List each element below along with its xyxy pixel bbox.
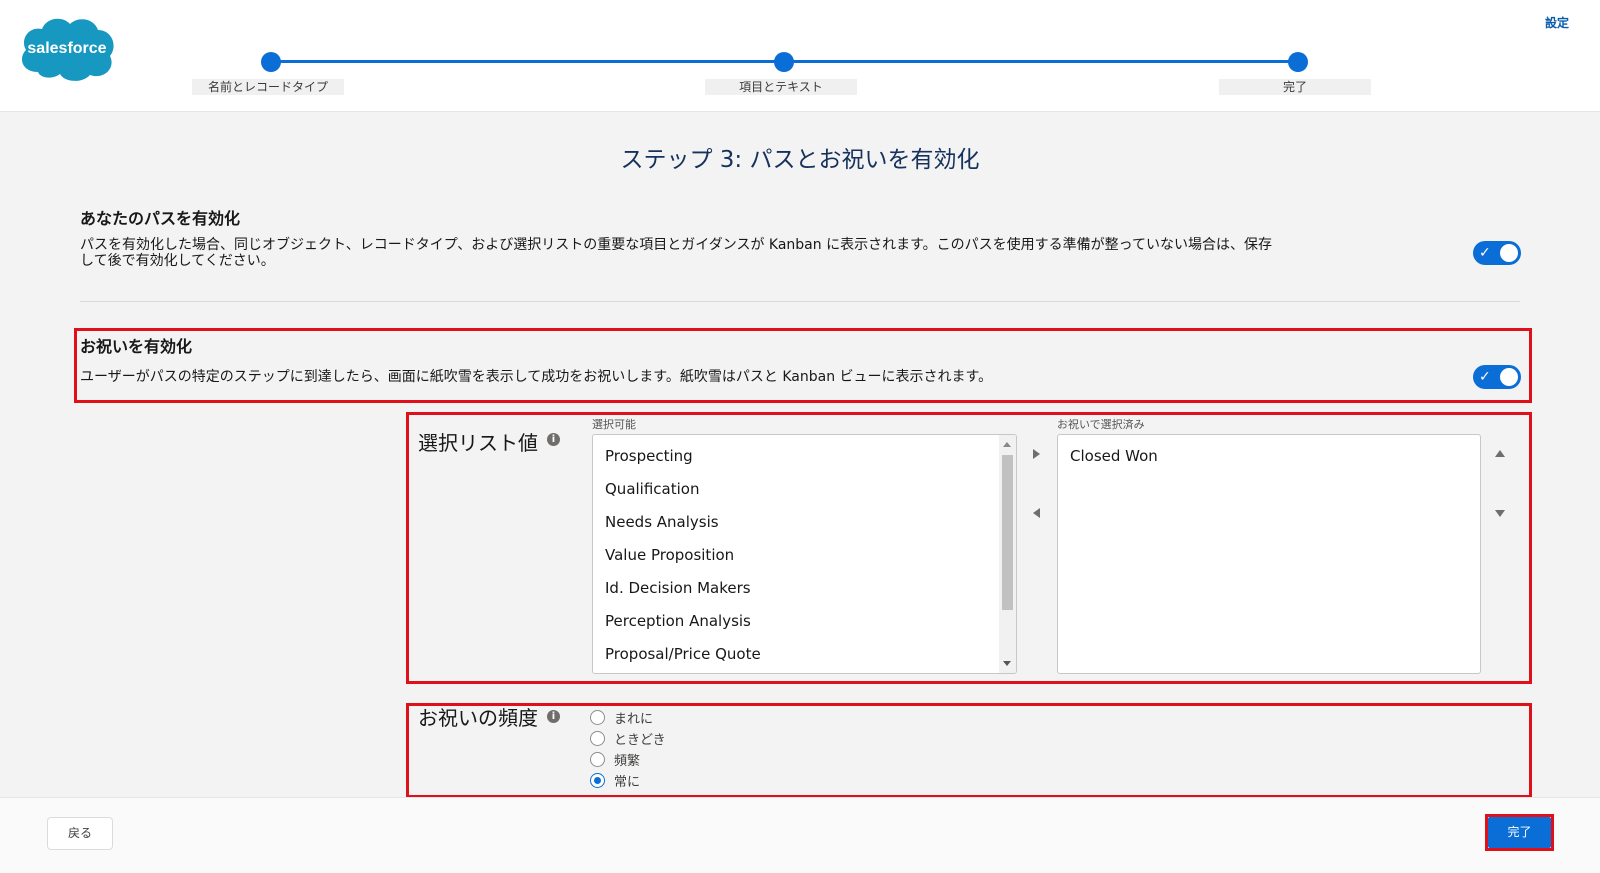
frequency-option-rarely[interactable]: まれに <box>590 707 653 727</box>
available-label: 選択可能 <box>592 418 636 431</box>
done-button[interactable]: 完了 <box>1488 817 1551 848</box>
radio-button[interactable] <box>590 751 605 767</box>
celebration-highlight-box <box>74 328 1532 403</box>
toggle-knob <box>1500 368 1518 386</box>
enable-path-title: あなたのパスを有効化 <box>80 209 241 228</box>
scrollbar[interactable] <box>999 435 1016 673</box>
step-3-dot <box>1288 52 1308 72</box>
scroll-up-icon[interactable] <box>1003 442 1011 447</box>
header: salesforce 名前とレコードタイプ 項目とテキスト 完了 設定 <box>0 0 1600 112</box>
step-1-label: 名前とレコードタイプ <box>192 79 344 95</box>
footer <box>0 797 1600 873</box>
settings-link[interactable]: 設定 <box>1545 14 1569 31</box>
move-right-icon[interactable] <box>1033 449 1040 459</box>
svg-text:salesforce: salesforce <box>27 40 106 57</box>
page-title: ステップ 3: パスとお祝いを有効化 <box>620 147 980 173</box>
toggle-knob <box>1500 244 1518 262</box>
radio-label: 頻繁 <box>614 753 641 769</box>
selected-listbox[interactable]: Closed Won <box>1057 434 1481 674</box>
step-3-label: 完了 <box>1219 79 1371 95</box>
list-item[interactable]: Id. Decision Makers <box>593 572 1016 605</box>
list-item[interactable]: Proposal/Price Quote <box>593 638 1016 671</box>
info-icon[interactable]: i <box>547 710 560 723</box>
radio-button[interactable] <box>590 709 605 725</box>
radio-button-selected[interactable] <box>590 772 605 788</box>
selected-label: お祝いで選択済み <box>1057 418 1145 431</box>
move-up-icon[interactable] <box>1495 450 1505 457</box>
radio-label: まれに <box>614 711 654 727</box>
scroll-down-icon[interactable] <box>1003 661 1011 666</box>
list-item[interactable]: Qualification <box>593 473 1016 506</box>
frequency-option-sometimes[interactable]: ときどき <box>590 728 666 748</box>
check-icon: ✓ <box>1479 369 1491 385</box>
move-left-icon[interactable] <box>1033 508 1040 518</box>
radio-label: ときどき <box>614 732 666 748</box>
step-1-dot <box>261 52 281 72</box>
enable-celebration-toggle[interactable]: ✓ <box>1473 365 1521 389</box>
list-item[interactable]: Closed Won <box>1058 440 1480 473</box>
radio-button[interactable] <box>590 730 605 746</box>
step-2-label: 項目とテキスト <box>705 79 857 95</box>
frequency-option-often[interactable]: 頻繁 <box>590 749 640 769</box>
check-icon: ✓ <box>1479 245 1491 261</box>
list-item[interactable]: Value Proposition <box>593 539 1016 572</box>
enable-path-description-line2: して後で有効化してください。 <box>80 253 275 269</box>
list-item[interactable]: Perception Analysis <box>593 605 1016 638</box>
frequency-option-always[interactable]: 常に <box>590 770 640 790</box>
list-item[interactable]: Needs Analysis <box>593 506 1016 539</box>
enable-path-toggle[interactable]: ✓ <box>1473 241 1521 265</box>
available-listbox[interactable]: Prospecting Qualification Needs Analysis… <box>592 434 1017 674</box>
step-2-dot <box>774 52 794 72</box>
radio-label: 常に <box>614 774 641 790</box>
section-divider <box>80 301 1520 302</box>
enable-celebration-description: ユーザーがパスの特定のステップに到達したら、画面に紙吹雪を表示して成功をお祝いし… <box>80 369 993 385</box>
frequency-label: お祝いの頻度 <box>418 706 538 730</box>
scroll-thumb[interactable] <box>1002 455 1013 610</box>
move-down-icon[interactable] <box>1495 510 1505 517</box>
enable-path-description-line1: パスを有効化した場合、同じオブジェクト、レコードタイプ、および選択リストの重要な… <box>80 237 1272 253</box>
frequency-highlight-box <box>406 703 1532 798</box>
picklist-label: 選択リスト値 <box>418 431 538 455</box>
enable-celebration-title: お祝いを有効化 <box>80 337 193 356</box>
enable-path-description: パスを有効化した場合、同じオブジェクト、レコードタイプ、および選択リストの重要な… <box>80 237 1460 269</box>
list-item[interactable]: Prospecting <box>593 440 1016 473</box>
info-icon[interactable]: i <box>547 433 560 446</box>
back-button[interactable]: 戻る <box>47 817 113 850</box>
salesforce-logo: salesforce <box>16 12 118 82</box>
